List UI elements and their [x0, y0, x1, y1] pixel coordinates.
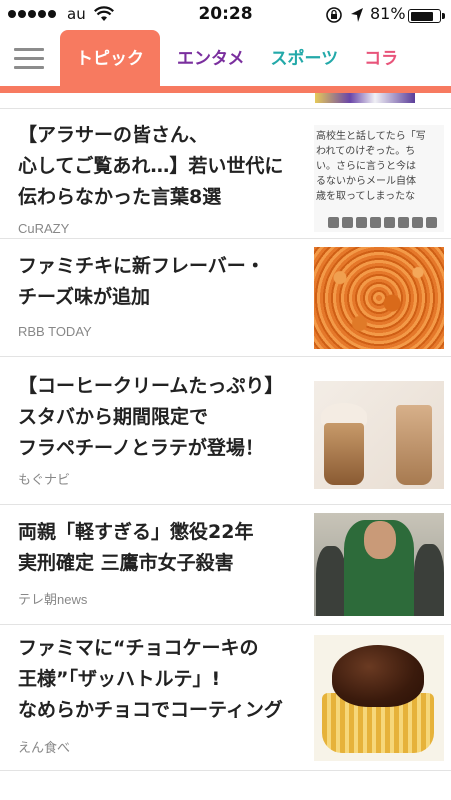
article-item[interactable]: ファミチキに新フレーバー・ チーズ味が追加 RBB TODAY — [0, 239, 451, 357]
article-source: もぐナビ — [18, 472, 71, 487]
article-thumbnail — [314, 247, 444, 349]
article-thumbnail — [314, 635, 444, 761]
article-title: ファミマに“チョコケーキの 王様”「ザッハトルテ」! なめらかチョコでコーティン… — [18, 637, 283, 721]
battery-percent: 81% — [370, 4, 406, 23]
status-bar: au 20:28 81% — [0, 0, 451, 30]
category-tab-bar: トピック エンタメ スポーツ コラ — [0, 30, 451, 88]
article-thumbnail — [314, 513, 444, 616]
article-source: CuRAZY — [18, 221, 70, 236]
article-thumbnail — [314, 381, 444, 489]
article-source: テレ朝news — [18, 592, 88, 607]
article-item[interactable]: ファミマに“チョコケーキの 王様”「ザッハトルテ」! なめらかチョコでコーティン… — [0, 625, 451, 771]
emoji-row — [328, 217, 437, 228]
article-feed[interactable]: 【アラサーの皆さん、 心してご覧あれ…】若い世代に 伝わらなかった言葉8選 Cu… — [0, 93, 451, 771]
article-title: 【アラサーの皆さん、 心してご覧あれ…】若い世代に 伝わらなかった言葉8選 — [18, 124, 284, 208]
tab-sports[interactable]: スポーツ — [258, 30, 352, 88]
article-item[interactable]: 【アラサーの皆さん、 心してご覧あれ…】若い世代に 伝わらなかった言葉8選 Cu… — [0, 109, 451, 239]
previous-article-peek[interactable] — [0, 93, 451, 109]
article-item[interactable]: 【コーヒークリームたっぷり】 スタバから期間限定で フラペチーノとラテが登場！ … — [0, 357, 451, 505]
article-title: 両親「軽すぎる」懲役22年 実刑確定 三鷹市女子殺害 — [18, 521, 254, 574]
article-item[interactable]: 両親「軽すぎる」懲役22年 実刑確定 三鷹市女子殺害 テレ朝news — [0, 505, 451, 625]
article-thumbnail: 高校生と話してたら「写 われてのけぞった。ち い。さらに言うと今は るないからメ… — [314, 125, 444, 232]
location-arrow-icon — [351, 8, 363, 22]
active-tab-underline — [0, 86, 451, 93]
category-tabs: トピック エンタメ スポーツ コラ — [60, 30, 411, 88]
tab-column[interactable]: コラ — [351, 30, 411, 88]
article-title: 【コーヒークリームたっぷり】 スタバから期間限定で フラペチーノとラテが登場！ — [18, 375, 284, 459]
rotation-lock-icon — [326, 7, 342, 23]
article-source: えん食べ — [18, 740, 71, 755]
battery-icon — [408, 9, 445, 23]
article-title: ファミチキに新フレーバー・ チーズ味が追加 — [18, 255, 265, 308]
article-source: RBB TODAY — [18, 324, 92, 339]
tab-topic[interactable]: トピック — [60, 30, 160, 88]
tab-entertainment[interactable]: エンタメ — [164, 30, 258, 88]
hamburger-menu-icon[interactable] — [14, 44, 46, 72]
article-thumbnail — [315, 93, 415, 103]
